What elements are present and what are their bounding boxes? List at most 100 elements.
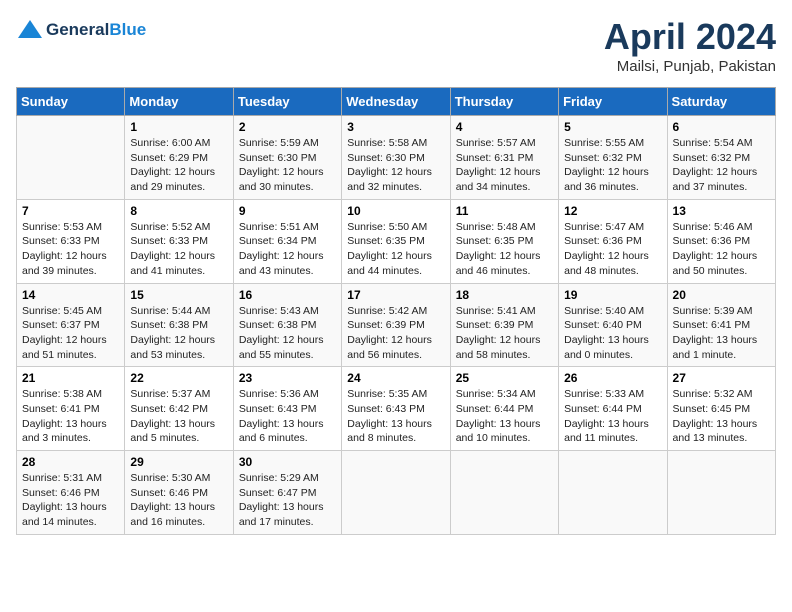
day-info: Sunrise: 5:58 AM Sunset: 6:30 PM Dayligh…: [347, 136, 444, 195]
day-info: Sunrise: 5:40 AM Sunset: 6:40 PM Dayligh…: [564, 304, 661, 363]
calendar-cell: 2 Sunrise: 5:59 AM Sunset: 6:30 PM Daylig…: [233, 116, 341, 200]
day-info: Sunrise: 5:51 AM Sunset: 6:34 PM Dayligh…: [239, 220, 336, 279]
day-number: 10: [347, 204, 444, 218]
day-number: 7: [22, 204, 119, 218]
day-info: Sunrise: 5:31 AM Sunset: 6:46 PM Dayligh…: [22, 471, 119, 530]
logo-text: GeneralBlue: [46, 20, 146, 40]
calendar-cell: 9 Sunrise: 5:51 AM Sunset: 6:34 PM Daylig…: [233, 199, 341, 283]
calendar-cell: 20 Sunrise: 5:39 AM Sunset: 6:41 PM Dayli…: [667, 283, 775, 367]
calendar-cell: 16Sunrise: 5:43 AM Sunset: 6:38 PM Dayli…: [233, 283, 341, 367]
calendar-week-2: 7 Sunrise: 5:53 AM Sunset: 6:33 PM Daylig…: [17, 199, 776, 283]
day-number: 19: [564, 288, 661, 302]
logo: GeneralBlue: [16, 16, 146, 44]
day-info: Sunrise: 5:52 AM Sunset: 6:33 PM Dayligh…: [130, 220, 227, 279]
calendar-cell: 1 Sunrise: 6:00 AM Sunset: 6:29 PM Daylig…: [125, 116, 233, 200]
day-info: Sunrise: 5:59 AM Sunset: 6:30 PM Dayligh…: [239, 136, 336, 195]
day-number: 8: [130, 204, 227, 218]
day-number: 6: [673, 120, 770, 134]
calendar-cell: 19 Sunrise: 5:40 AM Sunset: 6:40 PM Dayli…: [559, 283, 667, 367]
day-number: 5: [564, 120, 661, 134]
day-number: 26: [564, 371, 661, 385]
day-info: Sunrise: 5:41 AM Sunset: 6:39 PM Dayligh…: [456, 304, 553, 363]
day-number: 11: [456, 204, 553, 218]
calendar-cell: 24Sunrise: 5:35 AM Sunset: 6:43 PM Dayli…: [342, 367, 450, 451]
calendar-cell: 10 Sunrise: 5:50 AM Sunset: 6:35 PM Dayli…: [342, 199, 450, 283]
day-number: 2: [239, 120, 336, 134]
day-number: 15: [130, 288, 227, 302]
calendar-cell: 15 Sunrise: 5:44 AM Sunset: 6:38 PM Dayli…: [125, 283, 233, 367]
day-info: Sunrise: 5:48 AM Sunset: 6:35 PM Dayligh…: [456, 220, 553, 279]
day-info: Sunrise: 6:00 AM Sunset: 6:29 PM Dayligh…: [130, 136, 227, 195]
calendar-cell: 22 Sunrise: 5:37 AM Sunset: 6:42 PM Dayli…: [125, 367, 233, 451]
day-number: 16: [239, 288, 336, 302]
calendar-cell: 14 Sunrise: 5:45 AM Sunset: 6:37 PM Dayli…: [17, 283, 125, 367]
calendar-cell: 12 Sunrise: 5:47 AM Sunset: 6:36 PM Dayli…: [559, 199, 667, 283]
day-info: Sunrise: 5:29 AM Sunset: 6:47 PM Dayligh…: [239, 471, 336, 530]
day-info: Sunrise: 5:32 AM Sunset: 6:45 PM Dayligh…: [673, 387, 770, 446]
calendar-cell: 6Sunrise: 5:54 AM Sunset: 6:32 PM Daylig…: [667, 116, 775, 200]
logo-icon: [16, 16, 44, 44]
month-title: April 2024: [604, 16, 776, 58]
day-info: Sunrise: 5:57 AM Sunset: 6:31 PM Dayligh…: [456, 136, 553, 195]
day-info: Sunrise: 5:36 AM Sunset: 6:43 PM Dayligh…: [239, 387, 336, 446]
calendar-cell: 8 Sunrise: 5:52 AM Sunset: 6:33 PM Daylig…: [125, 199, 233, 283]
location: Mailsi, Punjab, Pakistan: [604, 58, 776, 75]
calendar-week-4: 21Sunrise: 5:38 AM Sunset: 6:41 PM Dayli…: [17, 367, 776, 451]
day-info: Sunrise: 5:35 AM Sunset: 6:43 PM Dayligh…: [347, 387, 444, 446]
header-wednesday: Wednesday: [342, 88, 450, 116]
calendar-cell: [450, 451, 558, 535]
day-info: Sunrise: 5:55 AM Sunset: 6:32 PM Dayligh…: [564, 136, 661, 195]
calendar-cell: 4 Sunrise: 5:57 AM Sunset: 6:31 PM Daylig…: [450, 116, 558, 200]
day-number: 9: [239, 204, 336, 218]
header-thursday: Thursday: [450, 88, 558, 116]
calendar-week-3: 14 Sunrise: 5:45 AM Sunset: 6:37 PM Dayli…: [17, 283, 776, 367]
day-info: Sunrise: 5:33 AM Sunset: 6:44 PM Dayligh…: [564, 387, 661, 446]
day-info: Sunrise: 5:47 AM Sunset: 6:36 PM Dayligh…: [564, 220, 661, 279]
day-number: 22: [130, 371, 227, 385]
calendar-cell: 26 Sunrise: 5:33 AM Sunset: 6:44 PM Dayli…: [559, 367, 667, 451]
day-info: Sunrise: 5:53 AM Sunset: 6:33 PM Dayligh…: [22, 220, 119, 279]
day-info: Sunrise: 5:37 AM Sunset: 6:42 PM Dayligh…: [130, 387, 227, 446]
day-number: 21: [22, 371, 119, 385]
day-number: 12: [564, 204, 661, 218]
day-number: 17: [347, 288, 444, 302]
calendar-cell: 21Sunrise: 5:38 AM Sunset: 6:41 PM Dayli…: [17, 367, 125, 451]
day-info: Sunrise: 5:42 AM Sunset: 6:39 PM Dayligh…: [347, 304, 444, 363]
day-number: 1: [130, 120, 227, 134]
day-info: Sunrise: 5:45 AM Sunset: 6:37 PM Dayligh…: [22, 304, 119, 363]
day-number: 13: [673, 204, 770, 218]
day-number: 25: [456, 371, 553, 385]
day-info: Sunrise: 5:46 AM Sunset: 6:36 PM Dayligh…: [673, 220, 770, 279]
day-info: Sunrise: 5:50 AM Sunset: 6:35 PM Dayligh…: [347, 220, 444, 279]
header-monday: Monday: [125, 88, 233, 116]
calendar-cell: 11 Sunrise: 5:48 AM Sunset: 6:35 PM Dayli…: [450, 199, 558, 283]
day-number: 20: [673, 288, 770, 302]
calendar-cell: [17, 116, 125, 200]
calendar-cell: 5 Sunrise: 5:55 AM Sunset: 6:32 PM Daylig…: [559, 116, 667, 200]
calendar-week-5: 28Sunrise: 5:31 AM Sunset: 6:46 PM Dayli…: [17, 451, 776, 535]
calendar-cell: 28Sunrise: 5:31 AM Sunset: 6:46 PM Dayli…: [17, 451, 125, 535]
calendar-cell: 27 Sunrise: 5:32 AM Sunset: 6:45 PM Dayli…: [667, 367, 775, 451]
calendar-cell: 23Sunrise: 5:36 AM Sunset: 6:43 PM Dayli…: [233, 367, 341, 451]
day-number: 4: [456, 120, 553, 134]
calendar-cell: 7 Sunrise: 5:53 AM Sunset: 6:33 PM Daylig…: [17, 199, 125, 283]
calendar-cell: 17 Sunrise: 5:42 AM Sunset: 6:39 PM Dayli…: [342, 283, 450, 367]
day-number: 29: [130, 455, 227, 469]
day-info: Sunrise: 5:44 AM Sunset: 6:38 PM Dayligh…: [130, 304, 227, 363]
calendar-cell: 30 Sunrise: 5:29 AM Sunset: 6:47 PM Dayli…: [233, 451, 341, 535]
header-tuesday: Tuesday: [233, 88, 341, 116]
day-info: Sunrise: 5:30 AM Sunset: 6:46 PM Dayligh…: [130, 471, 227, 530]
day-number: 14: [22, 288, 119, 302]
calendar-cell: 25Sunrise: 5:34 AM Sunset: 6:44 PM Dayli…: [450, 367, 558, 451]
header-sunday: Sunday: [17, 88, 125, 116]
day-number: 30: [239, 455, 336, 469]
calendar-cell: 29 Sunrise: 5:30 AM Sunset: 6:46 PM Dayli…: [125, 451, 233, 535]
calendar-table: SundayMondayTuesdayWednesdayThursdayFrid…: [16, 87, 776, 535]
day-info: Sunrise: 5:39 AM Sunset: 6:41 PM Dayligh…: [673, 304, 770, 363]
day-number: 27: [673, 371, 770, 385]
day-number: 3: [347, 120, 444, 134]
calendar-header-row: SundayMondayTuesdayWednesdayThursdayFrid…: [17, 88, 776, 116]
page-header: GeneralBlue April 2024 Mailsi, Punjab, P…: [16, 16, 776, 75]
calendar-cell: 13 Sunrise: 5:46 AM Sunset: 6:36 PM Dayli…: [667, 199, 775, 283]
calendar-cell: 3 Sunrise: 5:58 AM Sunset: 6:30 PM Daylig…: [342, 116, 450, 200]
